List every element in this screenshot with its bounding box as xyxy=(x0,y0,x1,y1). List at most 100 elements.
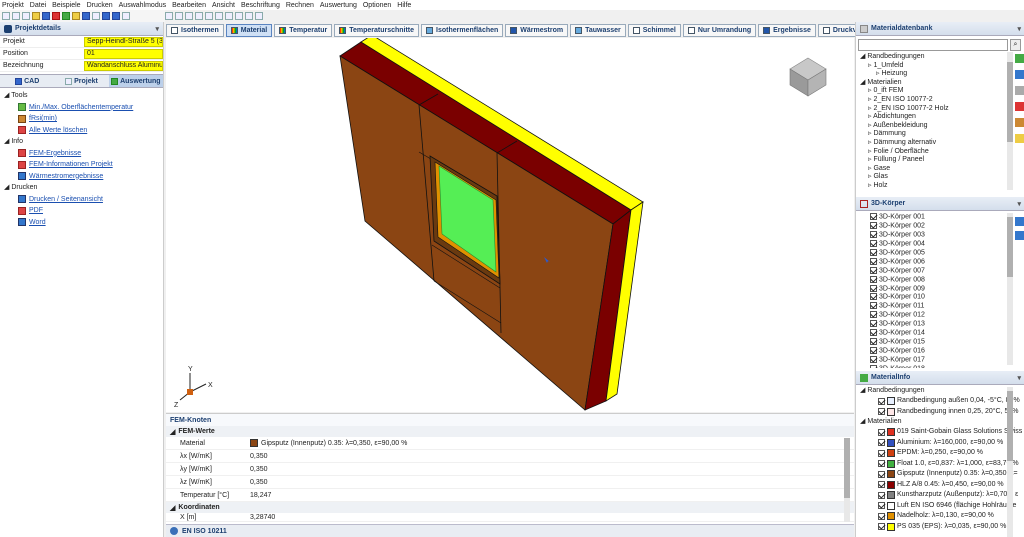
new-file-icon[interactable] xyxy=(2,12,10,20)
checkbox[interactable] xyxy=(878,439,885,447)
koerper-scrollbar[interactable] xyxy=(1007,213,1013,365)
menu-item[interactable]: Auswahlmodus xyxy=(119,2,166,9)
link-fem-ergebnisse[interactable]: FEM-Ergebnisse xyxy=(0,148,163,160)
menu-item[interactable]: Optionen xyxy=(363,2,391,9)
export-icon[interactable] xyxy=(62,12,70,20)
material-item[interactable]: 019 Saint-Gobain Glass Solutions Swiss xyxy=(860,427,1024,438)
checkbox[interactable] xyxy=(878,523,885,531)
link-frsi[interactable]: fRsi(min) xyxy=(0,113,163,125)
bezeichnung-input[interactable]: Wandanschluss Aluminum xyxy=(84,60,163,71)
view-cube-icon[interactable] xyxy=(235,12,243,20)
tab-waermestrom[interactable]: Wärmestrom xyxy=(505,23,569,37)
fem-werte-section[interactable]: ◢ FEM-Werte xyxy=(166,426,854,437)
material-item[interactable]: PS 035 (EPS): λ=0,035, ε=90,00 % xyxy=(860,522,1024,533)
link-minmax-temperatur[interactable]: Min./Max. Oberflächentemperatur xyxy=(0,102,163,114)
checkbox[interactable] xyxy=(870,248,877,256)
tab-temperatur[interactable]: Temperatur xyxy=(274,23,333,37)
group-materialien[interactable]: ◢ Materialien xyxy=(860,417,1024,427)
checkbox[interactable] xyxy=(870,266,877,274)
checkbox[interactable] xyxy=(878,408,885,416)
save-red-icon[interactable] xyxy=(52,12,60,20)
koerper-item[interactable]: 3D-Körper 002 xyxy=(870,221,1024,231)
pin-icon[interactable]: ▾ xyxy=(1017,374,1021,382)
tree-node[interactable]: ▹ Glas xyxy=(860,173,1024,182)
tree-node[interactable]: ▹ Gase xyxy=(860,165,1024,174)
checkbox[interactable] xyxy=(878,428,885,436)
materialinfo-scrollbar[interactable] xyxy=(1007,387,1013,537)
menu-item[interactable]: Auswertung xyxy=(320,2,357,9)
material-item[interactable]: Gipsputz (Innenputz) 0.35: λ=0,350, ε= xyxy=(860,469,1024,480)
tab-projekt[interactable]: Projekt xyxy=(54,75,108,87)
material-item[interactable]: EPDM: λ=0,250, ε=90,00 % xyxy=(860,448,1024,459)
material-item[interactable]: Kunstharzputz (Außenputz): λ=0,700, ε xyxy=(860,490,1024,501)
zoom-fit-icon[interactable] xyxy=(205,12,213,20)
checkbox[interactable] xyxy=(870,221,877,229)
search-icon[interactable]: ⌕ xyxy=(1010,39,1021,51)
tree-node[interactable]: ▹ Folie / Oberfläche xyxy=(860,148,1024,157)
zoom-in-icon[interactable] xyxy=(185,12,193,20)
copy-icon[interactable] xyxy=(1015,86,1024,95)
checkbox[interactable] xyxy=(878,397,885,405)
checkbox[interactable] xyxy=(878,460,885,468)
checkbox[interactable] xyxy=(870,338,877,346)
material-item[interactable]: Float 1.0, ε=0,837: λ=1,000, ε=83,70 % xyxy=(860,459,1024,470)
checkbox[interactable] xyxy=(870,347,877,355)
pin-icon[interactable]: ▾ xyxy=(1017,25,1021,33)
koerper-item[interactable]: 3D-Körper 018 xyxy=(870,364,1024,368)
menu-item[interactable]: Projekt xyxy=(2,2,24,9)
fem-scrollbar[interactable] xyxy=(844,438,850,522)
koordinaten-section[interactable]: ◢ Koordinaten xyxy=(166,502,854,513)
tree-node[interactable]: ▹ Füllung / Paneel xyxy=(860,156,1024,165)
rb-item[interactable]: Randbedingung außen 0,04, -5°C, 80% xyxy=(860,396,1024,407)
checkbox[interactable] xyxy=(870,275,877,283)
checkbox[interactable] xyxy=(870,239,877,247)
material-item[interactable]: Nadelholz: λ=0,130, ε=90,00 % xyxy=(860,511,1024,522)
tree-node[interactable]: ▹ 0_ift FEM xyxy=(860,87,1024,96)
koerper-item[interactable]: 3D-Körper 017 xyxy=(870,356,1024,365)
zoom-out-icon[interactable] xyxy=(195,12,203,20)
tree-group-info[interactable]: ◢ Info xyxy=(4,136,163,148)
3d-wall-model[interactable]: Y X Z xyxy=(166,34,854,412)
tree-node[interactable]: ▹ 2_EN ISO 10077-2 xyxy=(860,96,1024,105)
koerper-item[interactable]: 3D-Körper 004 xyxy=(870,239,1024,249)
tab-isothermenflaechen[interactable]: Isothermenflächen xyxy=(421,23,504,37)
menu-item[interactable]: Hilfe xyxy=(397,2,411,9)
tree-node[interactable]: ▹ 2_EN ISO 10077-2 Holz xyxy=(860,105,1024,114)
move-down-icon[interactable] xyxy=(1015,231,1024,240)
menu-item[interactable]: Beispiele xyxy=(52,2,80,9)
sigma-icon[interactable] xyxy=(122,12,130,20)
link-fem-informationen[interactable]: FEM-Informationen Projekt xyxy=(0,159,163,171)
view-grid-icon[interactable] xyxy=(225,12,233,20)
pin-icon[interactable]: ▾ xyxy=(155,25,159,33)
koerper-item[interactable]: 3D-Körper 006 xyxy=(870,257,1024,267)
export-icon[interactable] xyxy=(1015,134,1024,143)
koerper-item[interactable]: 3D-Körper 011 xyxy=(870,302,1024,311)
checkbox[interactable] xyxy=(878,470,885,478)
checkbox[interactable] xyxy=(870,293,877,301)
checkbox[interactable] xyxy=(878,502,885,510)
link-word[interactable]: Word xyxy=(0,217,163,229)
rotate-icon[interactable] xyxy=(255,12,263,20)
view-front-icon[interactable] xyxy=(215,12,223,20)
material-item[interactable]: Aluminium: λ=160,000, ε=90,00 % xyxy=(860,438,1024,449)
save-icon[interactable] xyxy=(42,12,50,20)
tab-isothermen[interactable]: Isothermen xyxy=(166,23,224,37)
delete-icon[interactable] xyxy=(1015,102,1024,111)
tree-node[interactable]: ▹ Dämmung xyxy=(860,130,1024,139)
tree-node[interactable]: ▹ Dämmung alternativ xyxy=(860,139,1024,148)
tab-temperaturschnitte[interactable]: Temperaturschnitte xyxy=(334,23,420,37)
edit-icon[interactable] xyxy=(1015,70,1024,79)
koerper-item[interactable]: 3D-Körper 010 xyxy=(870,293,1024,302)
materialdatenbank-scrollbar[interactable] xyxy=(1007,52,1013,190)
tree-node[interactable]: ▹ 1_Umfeld xyxy=(860,62,1024,71)
tree-group-tools[interactable]: ◢ Tools xyxy=(4,90,163,102)
tab-auswertung[interactable]: Auswertung xyxy=(108,75,163,87)
add-icon[interactable] xyxy=(1015,54,1024,63)
tab-ergebnisse[interactable]: Ergebnisse xyxy=(758,23,816,37)
checkbox[interactable] xyxy=(870,257,877,265)
checkbox[interactable] xyxy=(870,230,877,238)
search-input[interactable] xyxy=(858,39,1008,51)
open-folder-icon[interactable] xyxy=(32,12,40,20)
checkbox[interactable] xyxy=(870,213,877,220)
pan-icon[interactable] xyxy=(175,12,183,20)
